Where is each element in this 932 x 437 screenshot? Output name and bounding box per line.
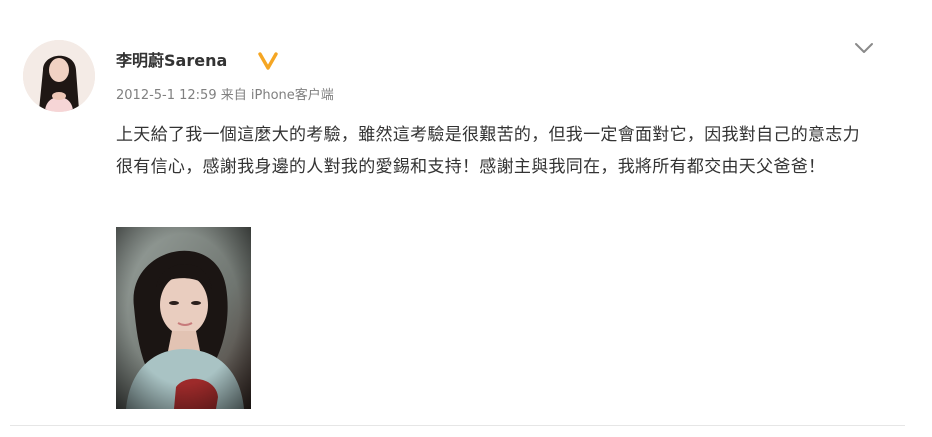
avatar-image [23, 40, 95, 112]
post-source[interactable]: iPhone客户端 [251, 88, 334, 103]
avatar[interactable] [23, 40, 95, 112]
post-meta: 2012-5-1 12:59 来自 iPhone客户端 [116, 86, 334, 106]
post-photo-image [116, 227, 251, 409]
post-timestamp[interactable]: 2012-5-1 12:59 [116, 88, 217, 103]
weibo-post-card: 李明蔚Sarena 2012-5-1 12:59 来自 iPhone客户端 上天… [0, 0, 932, 437]
divider [10, 425, 905, 426]
chevron-down-icon[interactable] [852, 38, 876, 58]
verified-badge-icon[interactable] [258, 52, 278, 70]
username[interactable]: 李明蔚Sarena [116, 50, 227, 72]
source-prefix: 来自 [220, 88, 247, 103]
post-text: 上天給了我一個這麼大的考驗，雖然這考驗是很艱苦的，但我一定會面對它，因我對自己的… [116, 125, 860, 177]
post-photo[interactable] [116, 227, 251, 409]
